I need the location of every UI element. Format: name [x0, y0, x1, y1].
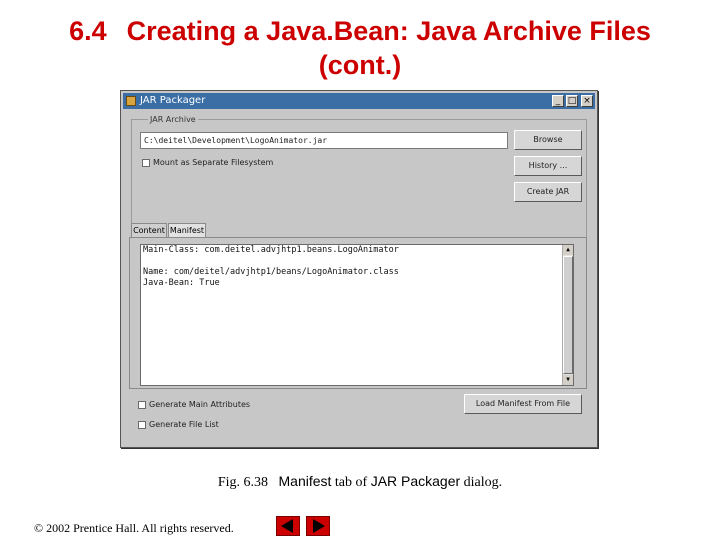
copyright-notice: © 2002 Prentice Hall. All rights reserve…: [34, 521, 234, 535]
next-arrow-icon[interactable]: [306, 516, 330, 536]
caption-tab-name: Manifest: [278, 473, 332, 489]
maximize-button[interactable]: □: [566, 95, 578, 107]
mount-filesystem-label: Mount as Separate Filesystem: [153, 158, 274, 167]
scroll-thumb[interactable]: [563, 256, 573, 374]
caption-end: dialog.: [463, 475, 503, 490]
vertical-scrollbar[interactable]: ▲ ▼: [562, 245, 573, 385]
window-titlebar[interactable]: JAR Packager _ □ ×: [123, 93, 595, 109]
history-button[interactable]: History ...: [514, 156, 582, 176]
mount-filesystem-checkbox[interactable]: [142, 158, 150, 167]
caption-dialog-name: JAR Packager: [370, 473, 461, 489]
manifest-line: [141, 256, 573, 267]
manifest-line: Name: com/deitel/advjhtp1/beans/LogoAnim…: [143, 267, 399, 277]
create-jar-button[interactable]: Create JAR: [514, 182, 582, 202]
minimize-button[interactable]: _: [552, 95, 564, 107]
load-manifest-button[interactable]: Load Manifest From File: [464, 394, 582, 414]
caption-middle: tab of: [334, 475, 368, 490]
jar-packager-window: JAR Packager _ □ × JAR Archive C:\deitel…: [120, 90, 598, 448]
jar-path-input[interactable]: C:\deitel\Development\LogoAnimator.jar: [140, 132, 508, 149]
scroll-up-icon[interactable]: ▲: [563, 245, 573, 255]
figure-caption: Fig. 6.38 Manifest tab of JAR Packager d…: [0, 473, 720, 491]
tab-manifest[interactable]: Manifest: [168, 223, 206, 237]
window-title: JAR Packager: [140, 95, 206, 106]
manifest-line: Java-Bean: True: [143, 278, 220, 288]
slide-title-line1: Creating a Java.Bean: Java Archive Files: [126, 16, 651, 46]
scroll-down-icon[interactable]: ▼: [563, 375, 573, 385]
close-button[interactable]: ×: [581, 95, 593, 107]
generate-main-checkbox[interactable]: [138, 400, 146, 409]
prev-arrow-icon[interactable]: [276, 516, 300, 536]
manifest-tab-panel: Main-Class: com.deitel.advjhtp1.beans.Lo…: [129, 237, 587, 389]
generate-file-list-row[interactable]: Generate File List: [138, 420, 219, 429]
slide-title-line2: (cont.): [318, 50, 402, 80]
mount-filesystem-row[interactable]: Mount as Separate Filesystem: [142, 158, 273, 167]
generate-file-list-label: Generate File List: [149, 420, 219, 429]
tab-content[interactable]: Content: [131, 223, 167, 237]
manifest-line: Main-Class: com.deitel.advjhtp1.beans.Lo…: [143, 245, 399, 255]
generate-file-list-checkbox[interactable]: [138, 420, 146, 429]
app-icon: [126, 96, 136, 106]
generate-main-label: Generate Main Attributes: [149, 400, 251, 409]
generate-main-row[interactable]: Generate Main Attributes: [138, 400, 250, 409]
caption-fig: Fig. 6.38: [217, 475, 268, 490]
slide-title-number: 6.4: [69, 16, 107, 46]
jar-archive-group-label: JAR Archive: [148, 114, 198, 125]
manifest-text-area[interactable]: Main-Class: com.deitel.advjhtp1.beans.Lo…: [140, 244, 574, 386]
browse-button[interactable]: Browse: [514, 130, 582, 150]
slide-title: 6.4 Creating a Java.Bean: Java Archive Fi…: [20, 14, 700, 82]
